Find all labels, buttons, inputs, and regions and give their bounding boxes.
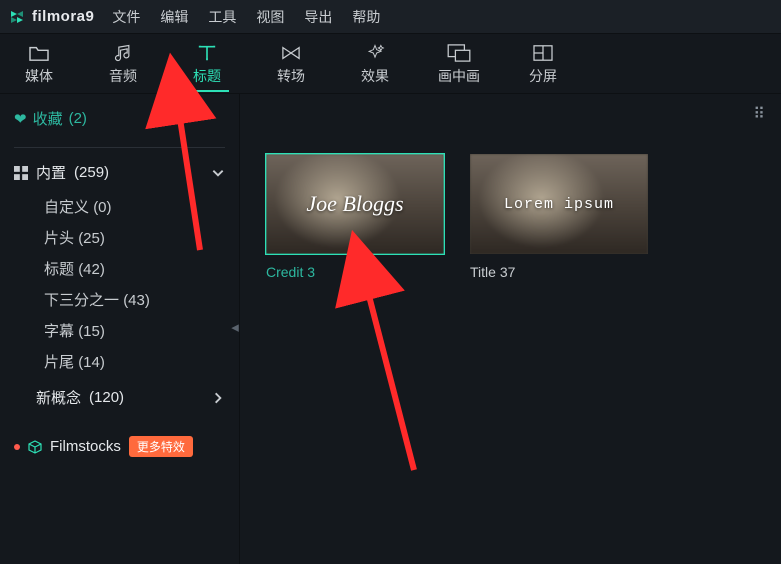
preset-thumbnail[interactable]: Lorem ipsum [470,154,648,254]
title-presets-grid: Joe Bloggs Credit 3 Lorem ipsum Title 37 [266,154,761,280]
subcat-custom[interactable]: 自定义 (0) [44,191,225,222]
subcat-subtitle[interactable]: 字幕 (15) [44,315,225,346]
sidebar-filmstocks[interactable]: Filmstocks 更多特效 [14,436,225,457]
chevron-down-icon [211,166,225,180]
thumbnail-overlay-text: Joe Bloggs [306,191,403,217]
folder-icon [28,42,50,64]
filmstocks-label: Filmstocks [50,438,121,455]
sidebar: ❤ 收藏 (2) 内置 (259) 自定义 (0) 片头 (25) 标题 (42… [0,94,240,564]
preset-card[interactable]: Lorem ipsum Title 37 [470,154,648,280]
menu-help[interactable]: 帮助 [352,7,380,27]
preset-caption: Credit 3 [266,264,444,280]
sidebar-builtin[interactable]: 内置 (259) [14,158,225,187]
tab-pip[interactable]: 画中画 [434,40,484,86]
category-toolbar: 媒体 音频 标题 转场 效果 画中画 分屏 [0,34,781,94]
music-icon [113,42,133,64]
newconcept-count: (120) [89,389,124,406]
grid-view-toggle-icon[interactable]: ⠿ [753,104,767,124]
sidebar-newconcept[interactable]: 新概念 (120) [14,383,225,412]
filmstocks-badge[interactable]: 更多特效 [129,436,193,457]
grid-icon [14,166,28,180]
splitscreen-icon [532,42,554,64]
pip-icon [447,42,471,64]
favorites-count: (2) [69,110,87,127]
content-panel: ⠿ Joe Bloggs Credit 3 Lorem ipsum Title … [240,94,781,564]
menu-edit[interactable]: 编辑 [160,7,188,27]
newconcept-label: 新概念 [36,387,81,408]
tab-title[interactable]: 标题 [182,40,232,92]
active-tab-underline [185,90,229,92]
subcat-endcredits[interactable]: 片尾 (14) [44,346,225,377]
sidebar-favorites[interactable]: ❤ 收藏 (2) [14,108,225,129]
sidebar-collapse-handle[interactable]: ◂ [230,312,240,342]
sparkle-icon [365,42,385,64]
sidebar-divider [14,147,225,148]
menu-file[interactable]: 文件 [112,7,140,27]
subcat-lowerthird[interactable]: 下三分之一 (43) [44,284,225,315]
preset-caption: Title 37 [470,264,648,280]
favorites-label: 收藏 [33,108,63,129]
title-t-icon [196,42,218,64]
main-menu: 文件 编辑 工具 视图 导出 帮助 [112,7,380,27]
app-logo: filmora9 [8,8,94,26]
tab-media[interactable]: 媒体 [14,40,64,86]
tab-split[interactable]: 分屏 [518,40,568,86]
title-bar: filmora9 文件 编辑 工具 视图 导出 帮助 [0,0,781,34]
chevron-right-icon [211,391,225,405]
preset-thumbnail[interactable]: Joe Bloggs [266,154,444,254]
menu-view[interactable]: 视图 [256,7,284,27]
thumbnail-overlay-text: Lorem ipsum [504,196,614,213]
transition-icon [280,42,302,64]
builtin-count: (259) [74,164,109,181]
app-name: filmora9 [32,8,94,25]
subcat-titles[interactable]: 标题 (42) [44,253,225,284]
heart-icon: ❤ [14,110,27,128]
menu-export[interactable]: 导出 [304,7,332,27]
tab-effect[interactable]: 效果 [350,40,400,86]
notification-dot-icon [14,444,20,450]
main-area: ❤ 收藏 (2) 内置 (259) 自定义 (0) 片头 (25) 标题 (42… [0,94,781,564]
subcat-openers[interactable]: 片头 (25) [44,222,225,253]
menu-tools[interactable]: 工具 [208,7,236,27]
tab-audio[interactable]: 音频 [98,40,148,86]
builtin-label: 内置 [36,162,66,183]
filmstocks-icon [28,440,42,454]
tab-transition[interactable]: 转场 [266,40,316,86]
builtin-subcategories: 自定义 (0) 片头 (25) 标题 (42) 下三分之一 (43) 字幕 (1… [14,187,225,377]
preset-card[interactable]: Joe Bloggs Credit 3 [266,154,444,280]
logo-icon [8,8,26,26]
